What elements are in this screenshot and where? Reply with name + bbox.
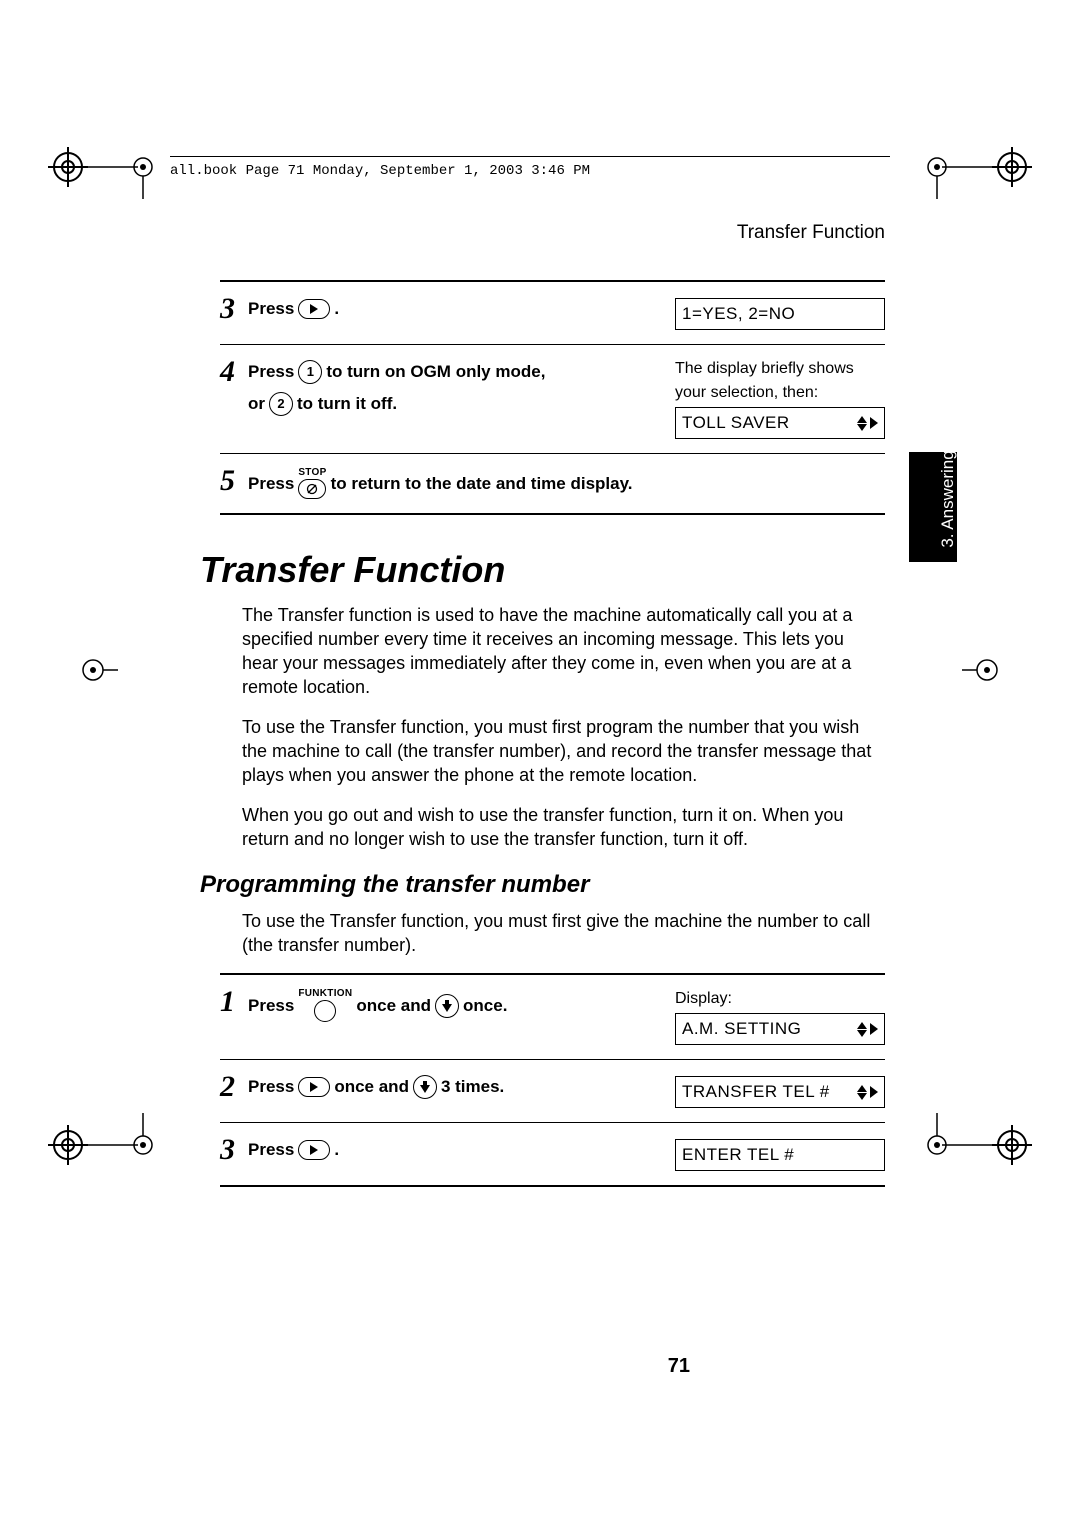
- crop-mark-mid-left: [78, 655, 118, 685]
- key-2-icon: 2: [269, 392, 293, 416]
- step-row: 2 Press once and 3 times. TRANSFER TEL #: [220, 1059, 885, 1122]
- step-number: 2: [220, 1074, 248, 1100]
- step-text: once and: [356, 993, 431, 1019]
- step-text: Press: [248, 1137, 294, 1163]
- lcd-display: TRANSFER TEL #: [675, 1076, 885, 1108]
- lcd-display: TOLL SAVER: [675, 407, 885, 439]
- step-text: .: [334, 296, 339, 322]
- down-key-icon: [413, 1075, 437, 1099]
- step-text: to turn on OGM only mode,: [326, 359, 545, 385]
- chapter-tab-line2: Machine: [954, 467, 973, 531]
- play-key-icon: [298, 1140, 330, 1160]
- step-number: 3: [220, 1137, 248, 1163]
- lcd-text: ENTER TEL #: [682, 1145, 794, 1165]
- step-row: 5 Press STOP to return to the date and t…: [220, 453, 885, 513]
- display-note: Display:: [675, 989, 885, 1009]
- step-row: 3 Press . ENTER TEL #: [220, 1122, 885, 1185]
- crop-mark-top-left: [48, 144, 158, 204]
- lcd-text: 1=YES, 2=NO: [682, 304, 795, 324]
- step-text: Press: [248, 296, 294, 322]
- chapter-tab: 3. Answering Machine: [909, 452, 957, 562]
- down-key-icon: [435, 994, 459, 1018]
- lcd-text: A.M. SETTING: [682, 1019, 801, 1039]
- lcd-text: TOLL SAVER: [682, 413, 790, 433]
- lcd-display: A.M. SETTING: [675, 1013, 885, 1045]
- lcd-display: ENTER TEL #: [675, 1139, 885, 1171]
- display-note: your selection, then:: [675, 383, 885, 403]
- step-row: 3 Press . 1=YES, 2=NO: [220, 280, 885, 344]
- stop-key-icon: STOP: [298, 468, 326, 499]
- crop-mark-bottom-right: [922, 1108, 1032, 1168]
- section-title: Transfer Function: [200, 549, 885, 591]
- rule: [220, 1185, 885, 1187]
- page-number: 71: [668, 1355, 690, 1378]
- step-text: Press: [248, 1074, 294, 1100]
- step-number: 4: [220, 359, 248, 385]
- body-paragraph: The Transfer function is used to have th…: [242, 603, 882, 699]
- step-text: to return to the date and time display.: [331, 471, 633, 497]
- step-text: to turn it off.: [297, 391, 397, 417]
- play-key-icon: [298, 299, 330, 319]
- step-text: Press: [248, 471, 294, 497]
- step-row: 4 Press 1 to turn on OGM only mode, or 2…: [220, 344, 885, 453]
- body-paragraph: When you go out and wish to use the tran…: [242, 803, 882, 851]
- header-rule: [170, 156, 890, 157]
- play-key-icon: [298, 1077, 330, 1097]
- rule: [220, 513, 885, 515]
- subsection-title: Programming the transfer number: [200, 871, 885, 899]
- step-number: 5: [220, 468, 248, 494]
- step-text: once.: [463, 993, 507, 1019]
- step-text: .: [334, 1137, 339, 1163]
- header-book-line: all.book Page 71 Monday, September 1, 20…: [170, 163, 590, 179]
- key-1-icon: 1: [298, 360, 322, 384]
- body-paragraph: To use the Transfer function, you must f…: [242, 909, 882, 957]
- lcd-text: TRANSFER TEL #: [682, 1082, 830, 1102]
- step-text: once and: [334, 1074, 409, 1100]
- step-text: 3 times.: [441, 1074, 504, 1100]
- nav-arrows-icon: [857, 416, 878, 431]
- step-number: 3: [220, 296, 248, 322]
- funktion-key-icon: FUNKTION: [298, 989, 352, 1022]
- running-header: Transfer Function: [737, 222, 885, 244]
- step-number: 1: [220, 989, 248, 1015]
- lcd-display: 1=YES, 2=NO: [675, 298, 885, 330]
- crop-mark-mid-right: [962, 655, 1002, 685]
- step-text: Press: [248, 359, 294, 385]
- nav-arrows-icon: [857, 1085, 878, 1100]
- step-text: Press: [248, 993, 294, 1019]
- step-row: 1 Press FUNKTION once and once. Display:…: [220, 973, 885, 1059]
- display-note: The display briefly shows: [675, 359, 885, 379]
- page-body: 3 Press . 1=YES, 2=NO 4 Press 1 to turn …: [220, 280, 885, 1187]
- step-text: or: [248, 391, 265, 417]
- crop-mark-top-right: [922, 144, 1032, 204]
- nav-arrows-icon: [857, 1022, 878, 1037]
- crop-mark-bottom-left: [48, 1108, 158, 1168]
- body-paragraph: To use the Transfer function, you must f…: [242, 715, 882, 787]
